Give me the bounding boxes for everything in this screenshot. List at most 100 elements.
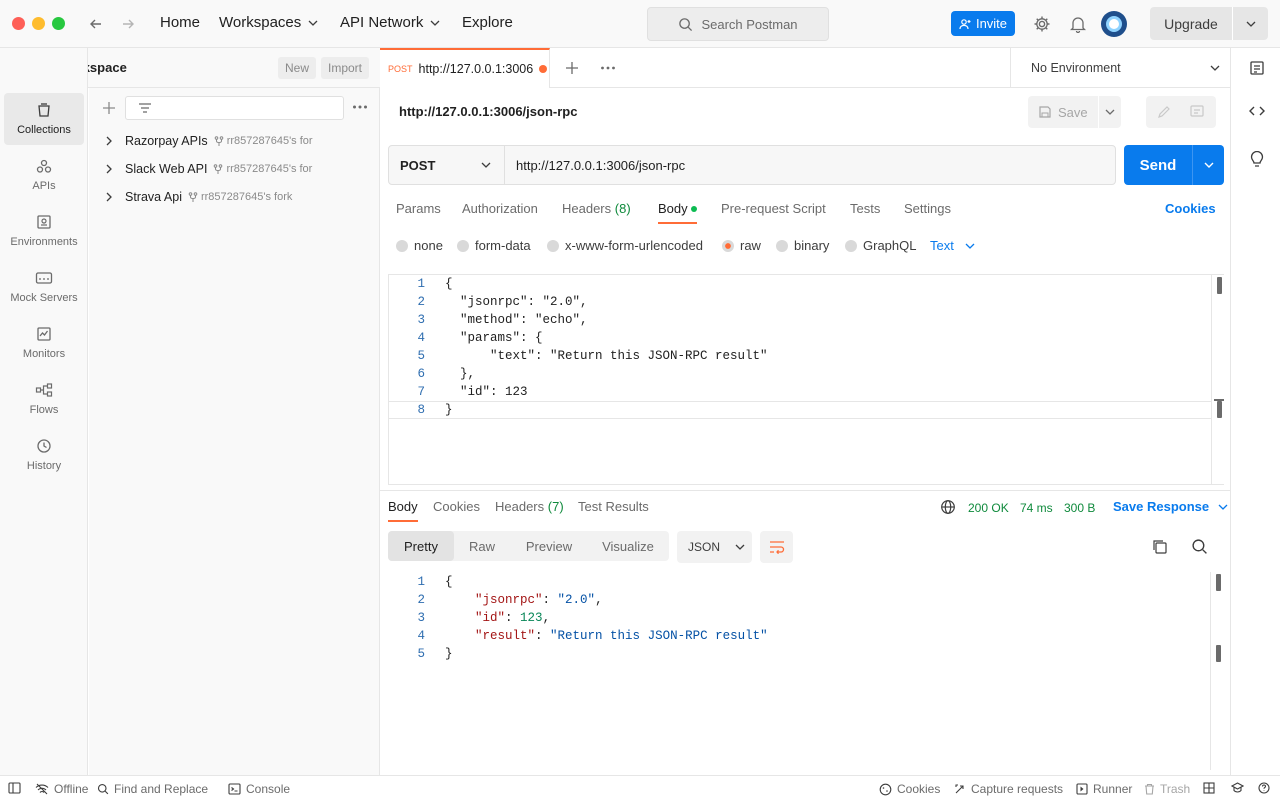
settings-gear-icon[interactable] [1033, 15, 1051, 33]
sidebar-item-history[interactable]: History [4, 429, 84, 481]
unsaved-dot-icon[interactable] [538, 65, 547, 73]
tab-headers[interactable]: Headers (8) [562, 201, 631, 216]
body-mode-none[interactable]: none [396, 238, 443, 253]
chevron-right-icon[interactable] [104, 191, 114, 203]
nav-explore[interactable]: Explore [462, 14, 513, 31]
request-tab[interactable]: POST http://127.0.0.1:3006/j [380, 48, 550, 88]
new-tab-plus-icon[interactable] [564, 60, 580, 76]
tab-tests[interactable]: Tests [850, 201, 880, 216]
response-size[interactable]: 300 B [1064, 501, 1095, 515]
layout-grid-icon[interactable] [1203, 782, 1215, 794]
offline-indicator[interactable]: Offline [35, 782, 88, 796]
response-tab-headers[interactable]: Headers (7) [495, 499, 564, 514]
environment-selector[interactable]: No Environment [1010, 48, 1230, 88]
tab-options-icon[interactable] [600, 65, 616, 71]
pencil-icon[interactable] [1156, 104, 1172, 120]
find-and-replace-button[interactable]: Find and Replace [97, 782, 208, 796]
tab-params[interactable]: Params [396, 201, 441, 216]
body-mode-urlencoded[interactable]: x-www-form-urlencoded [547, 238, 703, 253]
send-options-chevron-icon[interactable] [1192, 145, 1224, 185]
toggle-sidebar-icon[interactable] [8, 782, 21, 794]
notifications-bell-icon[interactable] [1070, 15, 1086, 33]
wrap-lines-button[interactable] [760, 531, 793, 563]
upgrade-button[interactable]: Upgrade [1150, 7, 1268, 40]
search-icon[interactable] [1191, 538, 1208, 555]
comment-icon[interactable] [1189, 104, 1205, 120]
more-options-icon[interactable] [352, 104, 368, 110]
response-time[interactable]: 74 ms [1020, 501, 1053, 515]
new-button[interactable]: New [278, 57, 317, 79]
collection-item[interactable]: Slack Web API rr857287645's for [104, 162, 312, 176]
save-response-button[interactable]: Save Response [1113, 499, 1229, 514]
view-visualize[interactable]: Visualize [588, 531, 668, 561]
nav-workspaces[interactable]: Workspaces [219, 14, 319, 31]
close-window-button[interactable] [12, 17, 25, 30]
raw-type-select[interactable]: Text [930, 238, 976, 253]
search-input[interactable]: Search Postman [647, 7, 829, 41]
save-button[interactable]: Save [1028, 105, 1098, 120]
url-input[interactable] [505, 146, 1115, 184]
editor-scrollbar[interactable] [1211, 275, 1225, 484]
view-raw[interactable]: Raw [454, 531, 510, 561]
body-mode-binary[interactable]: binary [776, 238, 829, 253]
bootcamp-icon[interactable] [1231, 782, 1244, 794]
method-select[interactable]: POST [389, 146, 505, 184]
response-tab-cookies[interactable]: Cookies [433, 499, 480, 514]
sidebar-item-environments[interactable]: Environments [4, 205, 84, 257]
zoom-window-button[interactable] [52, 17, 65, 30]
minimize-window-button[interactable] [32, 17, 45, 30]
view-preview[interactable]: Preview [510, 531, 588, 561]
avatar[interactable] [1101, 11, 1127, 37]
view-pretty[interactable]: Pretty [388, 531, 454, 561]
response-tab-body[interactable]: Body [388, 499, 418, 514]
scrollbar-thumb[interactable] [1216, 574, 1221, 591]
chevron-right-icon[interactable] [104, 135, 114, 147]
sidebar-item-monitors[interactable]: Monitors [4, 317, 84, 369]
nav-api-network[interactable]: API Network [340, 14, 441, 31]
scrollbar-thumb[interactable] [1217, 277, 1222, 294]
tab-pre-request-script[interactable]: Pre-request Script [721, 201, 826, 216]
tab-authorization[interactable]: Authorization [462, 201, 538, 216]
invite-button[interactable]: Invite [951, 11, 1015, 36]
response-scrollbar[interactable] [1210, 572, 1224, 770]
forward-arrow-icon[interactable] [120, 16, 136, 32]
body-mode-graphql[interactable]: GraphQL [845, 238, 916, 253]
code-snippet-icon[interactable] [1248, 103, 1266, 119]
collection-item[interactable]: Strava Api rr857287645's fork [104, 190, 292, 204]
import-button[interactable]: Import [321, 57, 370, 79]
scrollbar-thumb[interactable] [1216, 645, 1221, 662]
environment-quick-look-icon[interactable] [1249, 60, 1265, 76]
copy-icon[interactable] [1151, 538, 1168, 555]
back-arrow-icon[interactable] [88, 16, 104, 32]
trash-button[interactable]: Trash [1144, 782, 1190, 796]
chevron-right-icon[interactable] [104, 163, 114, 175]
chevron-down-icon[interactable] [1233, 18, 1268, 30]
body-mode-raw[interactable]: raw [722, 238, 761, 253]
tab-settings[interactable]: Settings [904, 201, 951, 216]
capture-requests-button[interactable]: Capture requests [954, 782, 1063, 796]
sidebar-item-mock-servers[interactable]: Mock Servers [4, 261, 84, 313]
runner-button[interactable]: Runner [1076, 782, 1132, 796]
nav-home[interactable]: Home [160, 14, 200, 31]
scrollbar-thumb[interactable] [1217, 401, 1222, 418]
help-icon[interactable] [1258, 782, 1270, 794]
sidebar-item-apis[interactable]: APIs [4, 149, 84, 201]
response-status[interactable]: 200 OK [968, 501, 1009, 515]
body-mode-form-data[interactable]: form-data [457, 238, 531, 253]
cookies-status-button[interactable]: Cookies [879, 782, 940, 796]
sidebar-item-flows[interactable]: Flows [4, 373, 84, 425]
globe-icon[interactable] [940, 499, 956, 515]
request-title[interactable]: http://127.0.0.1:3006/json-rpc [399, 104, 577, 119]
lightbulb-icon[interactable] [1249, 151, 1265, 169]
console-button[interactable]: Console [228, 782, 290, 796]
cookies-link[interactable]: Cookies [1165, 201, 1216, 216]
send-button[interactable]: Send [1124, 145, 1224, 185]
filter-input[interactable] [125, 96, 344, 120]
response-tab-test-results[interactable]: Test Results [578, 499, 649, 514]
tab-body[interactable]: Body [658, 201, 698, 216]
sidebar-item-collections[interactable]: Collections [4, 93, 84, 145]
response-format-select[interactable]: JSON [677, 531, 752, 563]
save-options-chevron-icon[interactable] [1098, 96, 1121, 128]
add-collection-icon[interactable] [101, 100, 117, 116]
collection-item[interactable]: Razorpay APIs rr857287645's for [104, 134, 313, 148]
